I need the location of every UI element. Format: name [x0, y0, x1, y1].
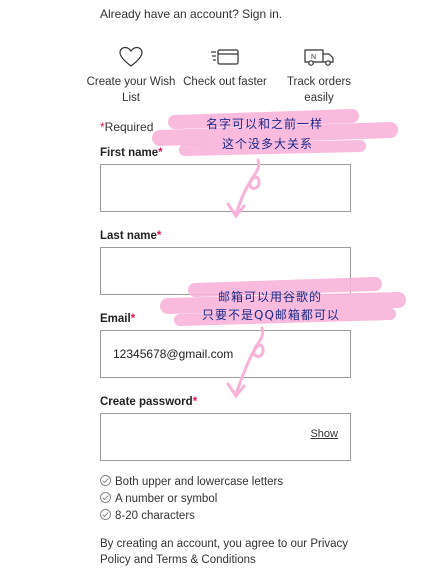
annotation-note-1-line-2: 这个没多大关系 [222, 137, 314, 151]
annotation-note-1-line-1: 名字可以和之前一样 [206, 117, 324, 131]
annotation-note-2-line-1: 邮箱可以用谷歌的 [218, 290, 323, 304]
annotation-overlay [152, 109, 406, 399]
annotation-note-2-line-2: 只要不是QQ邮箱都可以 [202, 308, 340, 322]
